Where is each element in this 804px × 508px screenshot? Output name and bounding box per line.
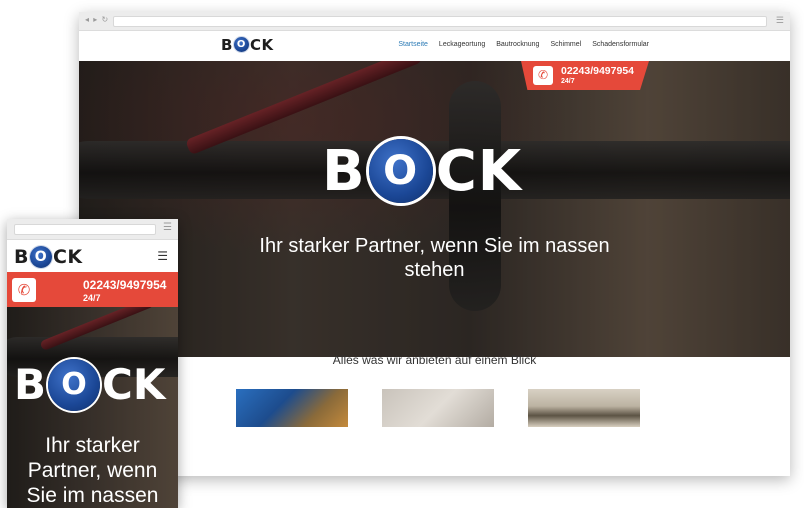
mobile-hero-logo: B O CK xyxy=(14,358,166,414)
desktop-browser-mockup: ◂ ▸ ↻ ☰ B O CK Startseite Leckageortung Ba… xyxy=(79,12,790,476)
site-logo[interactable]: B O CK xyxy=(221,36,274,54)
mobile-phone-availability: 24/7 xyxy=(83,293,101,303)
logo-text-start: B xyxy=(221,36,233,54)
service-card-schimmel-image[interactable] xyxy=(528,389,640,427)
services-heading: Alles was wir anbieten auf einem Blick xyxy=(332,353,537,367)
mobile-browser-toolbar: ☰ xyxy=(7,219,178,240)
browser-menu-icon[interactable]: ☰ xyxy=(776,15,784,26)
phone-number[interactable]: 02243/9497954 xyxy=(561,65,634,77)
logo-text-start: B xyxy=(14,246,29,268)
mobile-phone-number[interactable]: 02243/9497954 xyxy=(83,278,166,292)
ram-emblem-icon: O xyxy=(368,138,433,203)
nav-item-schimmel[interactable]: Schimmel xyxy=(550,41,581,48)
hero-tagline: Ihr starker Partner, wenn Sie im nassen … xyxy=(259,235,610,281)
logo-text-end: CK xyxy=(102,360,166,409)
mobile-browser-menu-icon[interactable]: ☰ xyxy=(163,222,172,233)
mobile-address-bar[interactable] xyxy=(14,224,156,235)
service-card-bautrocknung-image[interactable] xyxy=(382,389,494,427)
address-bar[interactable] xyxy=(113,16,767,27)
nav-item-schadensformular[interactable]: Schadensformular xyxy=(592,41,649,48)
phone-icon: ✆ xyxy=(533,66,553,85)
nav-item-leckageortung[interactable]: Leckageortung xyxy=(439,41,485,48)
site-header: B O CK Startseite Leckageortung Bautrocknu… xyxy=(79,31,790,61)
phone-cta[interactable]: ✆ 02243/9497954 24/7 xyxy=(521,61,649,90)
browser-toolbar: ◂ ▸ ↻ ☰ xyxy=(79,12,790,31)
mobile-hero-tagline: Ihr starker Partner, wenn Sie im nassen xyxy=(26,434,159,507)
phone-availability: 24/7 xyxy=(561,78,575,85)
nav-item-bautrocknung[interactable]: Bautrocknung xyxy=(496,41,539,48)
hero-section: ✆ 02243/9497954 24/7 B O CK Ihr starker Pa… xyxy=(79,61,790,357)
ram-emblem-icon: O xyxy=(48,358,101,411)
mobile-phone-cta[interactable]: ✆ 02243/9497954 24/7 xyxy=(7,272,178,307)
hero-overlay xyxy=(79,61,790,357)
logo-text-end: CK xyxy=(52,246,83,268)
phone-icon: ✆ xyxy=(12,278,36,302)
main-navigation: Startseite Leckageortung Bautrocknung Sc… xyxy=(398,41,649,48)
service-card-leckageortung-image[interactable] xyxy=(236,389,348,427)
logo-text-end: CK xyxy=(435,139,523,204)
hero-logo: B O CK xyxy=(322,138,523,207)
nav-item-startseite[interactable]: Startseite xyxy=(398,41,428,48)
mobile-hero-section: B O CK Ihr starker Partner, wenn Sie im na… xyxy=(7,307,178,508)
ram-emblem-icon: O xyxy=(233,37,249,52)
logo-text-end: CK xyxy=(249,36,274,54)
mobile-site-logo[interactable]: B O CK xyxy=(14,245,83,269)
hamburger-menu-icon[interactable]: ☰ xyxy=(157,249,168,263)
mobile-browser-mockup: ☰ B O CK ☰ ✆ 02243/9497954 24/7 B O CK Ihr s… xyxy=(7,219,178,508)
logo-text-start: B xyxy=(322,139,366,204)
browser-nav-arrows-icon[interactable]: ◂ ▸ ↻ xyxy=(85,15,109,24)
logo-text-start: B xyxy=(14,360,47,409)
ram-emblem-icon: O xyxy=(29,245,52,268)
